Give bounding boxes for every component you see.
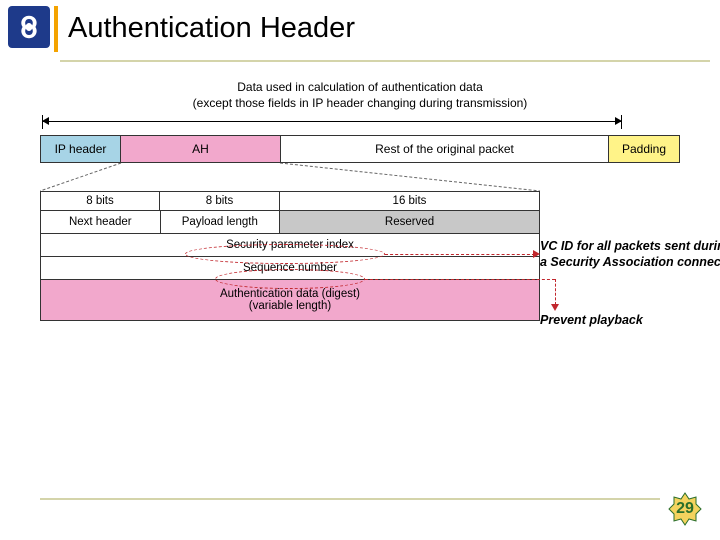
page-title: Authentication Header (60, 8, 710, 45)
annotation-spi: VC ID for all packets sent during a Secu… (540, 238, 720, 271)
bits-8b: 8 bits (160, 191, 280, 211)
range-caption-line2: (except those fields in IP header changi… (193, 96, 528, 110)
field-auth-data-line1: Authentication data (digest) (220, 288, 360, 300)
bits-16: 16 bits (280, 191, 540, 211)
bits-header-row: 8 bits 8 bits 16 bits (40, 191, 540, 211)
field-next-header: Next header (41, 211, 161, 233)
seq-arrow-v (555, 279, 556, 305)
footer-divider (40, 498, 660, 500)
annotation-spi-line1: VC ID for all packets sent during (540, 239, 720, 253)
page-number-badge: 29 (668, 492, 702, 526)
field-spi: Security parameter index (41, 234, 539, 256)
cell-ip-header: IP header (41, 136, 121, 162)
field-sequence-number: Sequence number (41, 257, 539, 279)
title-accent-bar (54, 6, 58, 52)
header-divider (60, 60, 710, 62)
field-auth-data: Authentication data (digest) (variable l… (41, 280, 539, 320)
logo-icon (8, 6, 50, 48)
field-payload-length: Payload length (161, 211, 281, 233)
range-arrow (40, 115, 680, 129)
projection-lines (40, 163, 680, 191)
range-caption-line1: Data used in calculation of authenticati… (237, 80, 483, 94)
annotation-seq: Prevent playback (540, 312, 643, 328)
ah-diagram: Data used in calculation of authenticati… (40, 80, 680, 321)
range-caption: Data used in calculation of authenticati… (40, 80, 680, 111)
ah-fields-table: Next header Payload length Reserved Secu… (40, 211, 540, 321)
bits-8a: 8 bits (40, 191, 160, 211)
cell-ah: AH (121, 136, 281, 162)
annotation-spi-line2: a Security Association connection (540, 255, 720, 269)
cell-rest-of-packet: Rest of the original packet (281, 136, 609, 162)
seq-arrow-head (551, 304, 559, 311)
packet-row: IP header AH Rest of the original packet… (40, 135, 680, 163)
field-auth-data-line2: (variable length) (249, 300, 331, 312)
field-reserved: Reserved (280, 211, 539, 233)
page-number: 29 (676, 500, 694, 518)
cell-padding: Padding (609, 136, 679, 162)
